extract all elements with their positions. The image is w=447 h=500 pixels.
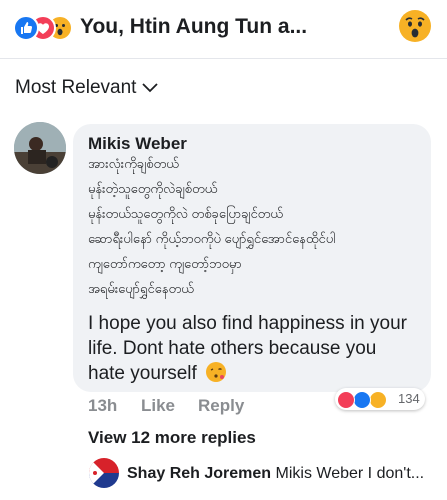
wow-reaction-icon[interactable]	[399, 10, 431, 42]
comment-line: ဆောရီးပါနော် ကိုယ့်ဘဝကိုပဲ ပျော်ရွှင်အော…	[88, 231, 336, 246]
sort-dropdown[interactable]: Most Relevant	[15, 77, 159, 99]
reaction-count-pill[interactable]: 134	[335, 388, 425, 410]
haha-icon	[369, 391, 387, 409]
comment-text: I hope you also find happiness in your l…	[88, 311, 408, 386]
comment-timestamp: 13h	[88, 396, 118, 415]
comment-line: ကျတော်ကတော့ ကျတော့်ဘဝမှာ	[88, 256, 242, 271]
reply-avatar[interactable]	[89, 458, 119, 488]
love-icon	[337, 391, 355, 409]
reactors-summary[interactable]: You, Htin Aung Tun a...	[80, 15, 307, 39]
comment-english: I hope you also find happiness in your l…	[88, 313, 407, 384]
chevron-down-icon	[142, 83, 159, 93]
comment-line: မုန်းတဲ့သူတွေကိုလဲချစ်တယ်	[88, 181, 218, 196]
comment-line: အားလုံးကိုချစ်တယ်	[88, 156, 179, 171]
like-icon	[353, 391, 371, 409]
divider	[0, 58, 447, 59]
reply-snippet: Mikis Weber I don't...	[275, 465, 425, 482]
kiss-emoji-icon	[206, 362, 227, 382]
reactions-header[interactable]: You, Htin Aung Tun a...	[0, 0, 447, 58]
reaction-count: 134	[398, 391, 420, 406]
avatar[interactable]	[14, 122, 66, 174]
reply-button[interactable]: Reply	[198, 396, 244, 416]
sort-label: Most Relevant	[15, 77, 137, 98]
like-icon	[13, 15, 39, 41]
reaction-icons	[13, 15, 77, 41]
reply-preview[interactable]: Shay Reh Joremen Mikis Weber I don't...	[127, 465, 424, 483]
like-button[interactable]: Like	[141, 396, 175, 416]
comment-line: မုန်းတယ်သူတွေကိုလဲ တစ်ခုပြောချင်တယ်	[88, 206, 283, 221]
comment-author[interactable]: Mikis Weber	[88, 134, 187, 154]
comment-line: အရမ်းပျော်ရွှင်နေတယ်	[88, 281, 194, 296]
view-more-replies[interactable]: View 12 more replies	[88, 428, 256, 448]
reply-author[interactable]: Shay Reh Joremen	[127, 465, 271, 482]
